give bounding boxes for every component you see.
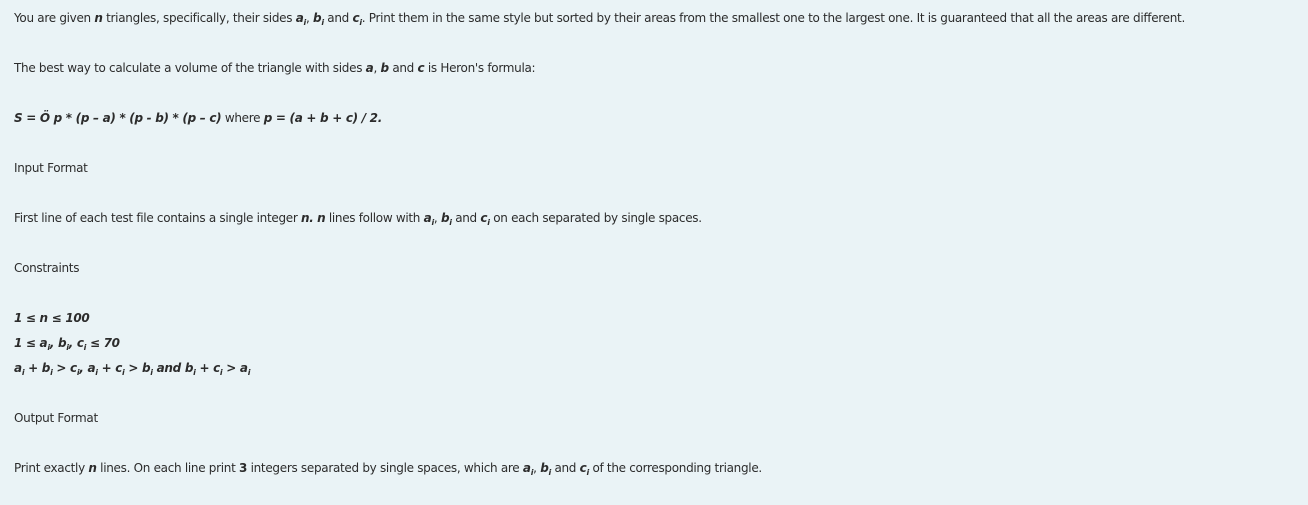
var-a: a — [522, 461, 531, 475]
subscript: i — [247, 368, 251, 377]
var-b: b — [440, 211, 450, 225]
text: on each separated by single spaces. — [489, 211, 702, 225]
text: and b — [152, 361, 194, 375]
text: + b — [24, 361, 51, 375]
text: a — [14, 361, 22, 375]
constraint-sides-range: 1 ≤ ai, bi, ci ≤ 70 — [14, 335, 120, 352]
var-b: b — [380, 61, 390, 75]
formula-main: S = Ö p * (p – a) * (p - b) * (p – c) — [14, 111, 222, 125]
problem-statement: You are given n triangles, specifically,… — [0, 0, 1308, 505]
text: > c — [52, 361, 77, 375]
text: Print exactly — [14, 461, 89, 475]
text: where — [221, 111, 264, 125]
text: The best way to calculate a volume of th… — [14, 61, 366, 75]
text: > a — [222, 361, 248, 375]
input-format-heading: Input Format — [14, 161, 88, 175]
var-n: n — [94, 11, 103, 25]
text: . Print them in the same style but sorte… — [361, 11, 1186, 25]
text: integers separated by single spaces, whi… — [247, 461, 523, 475]
text: First line of each test file contains a … — [14, 211, 302, 225]
output-format-paragraph: Print exactly n lines. On each line prin… — [14, 460, 762, 477]
formula-p-definition: p = (a + b + c) / 2. — [263, 111, 383, 125]
text: is Heron's formula: — [424, 61, 536, 75]
text: triangles, specifically, their sides — [102, 11, 296, 25]
intro-paragraph: You are given n triangles, specifically,… — [14, 10, 1186, 27]
var-n: n. — [301, 211, 314, 225]
text: of the corresponding triangle. — [588, 461, 762, 475]
text: , c — [68, 336, 84, 350]
text: ≤ 70 — [86, 336, 120, 350]
heron-formula: S = Ö p * (p – a) * (p - b) * (p – c) wh… — [14, 110, 382, 126]
text: and — [388, 61, 418, 75]
constraints-heading: Constraints — [14, 261, 80, 275]
text: and — [323, 11, 353, 25]
constraint-triangle-inequality: ai + bi > ci, ai + ci > bi and bi + ci >… — [14, 360, 251, 377]
text: , — [305, 11, 314, 25]
text: lines follow with — [325, 211, 424, 225]
text: lines. On each line print — [96, 461, 240, 475]
text: + c — [97, 361, 123, 375]
text: , b — [49, 336, 67, 350]
var-n: n — [88, 461, 97, 475]
text: You are given — [14, 11, 95, 25]
text: , — [373, 61, 381, 75]
text: , — [433, 211, 441, 225]
text: and — [451, 211, 481, 225]
text: + c — [195, 361, 220, 375]
input-format-paragraph: First line of each test file contains a … — [14, 210, 702, 227]
text: 1 ≤ a — [14, 336, 48, 350]
constraint-n: 1 ≤ n ≤ 100 — [14, 311, 90, 325]
text: > b — [124, 361, 151, 375]
var-a: a — [295, 11, 304, 25]
text: , a — [79, 361, 96, 375]
number-three: 3 — [239, 461, 248, 475]
output-format-heading: Output Format — [14, 411, 98, 425]
heron-paragraph: The best way to calculate a volume of th… — [14, 60, 536, 76]
text: and — [550, 461, 580, 475]
